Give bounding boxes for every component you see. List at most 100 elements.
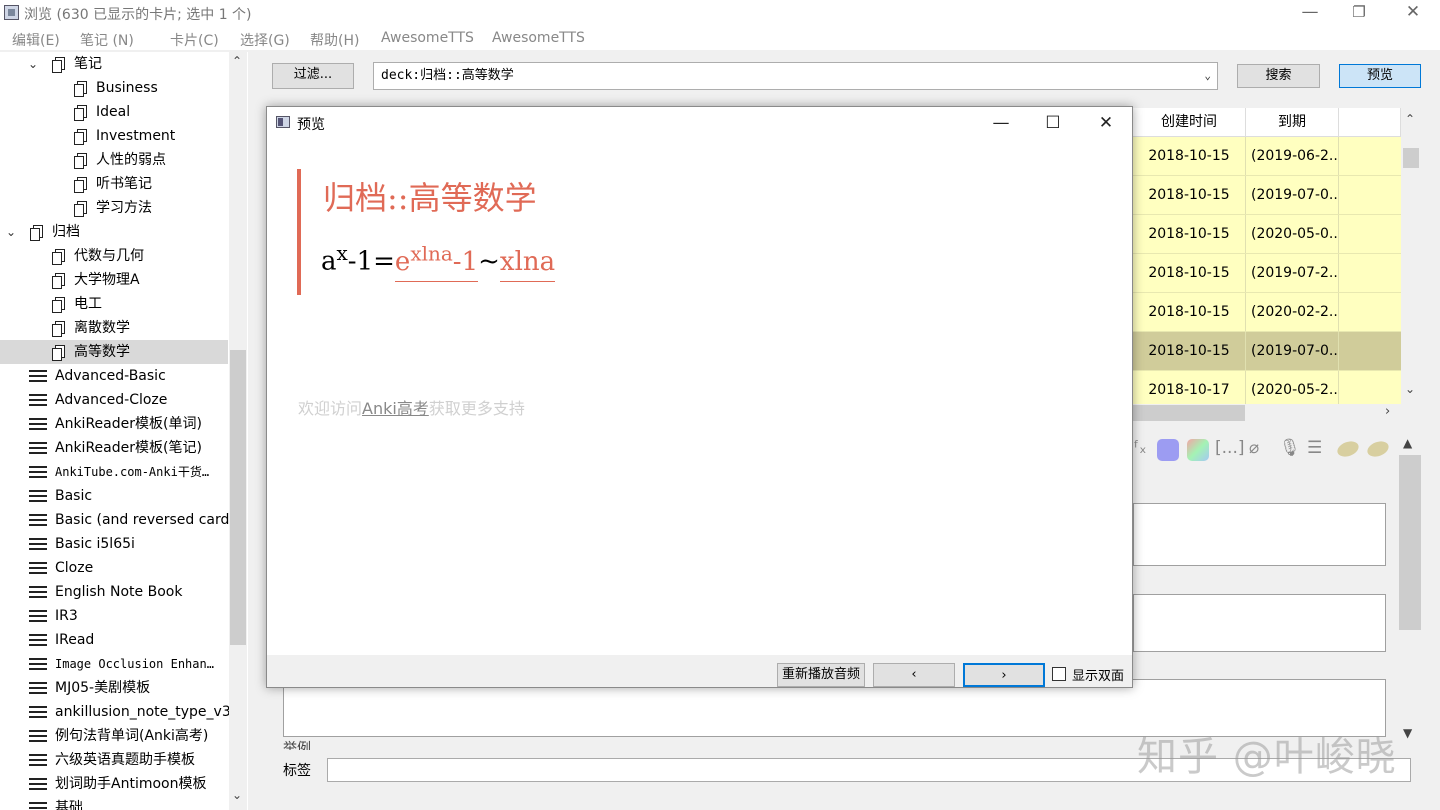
menu-awesometts-2[interactable]: AwesomeTTS — [492, 30, 585, 46]
record-audio-icon[interactable]: 🎙 — [1279, 438, 1301, 458]
sidebar-item[interactable]: MJ05-美剧模板 — [0, 676, 228, 700]
column-header-blank[interactable] — [1339, 108, 1401, 137]
next-card-button[interactable]: › — [963, 663, 1045, 687]
table-hscroll-thumb[interactable] — [1133, 405, 1245, 421]
chevron-down-icon[interactable]: ⌄ — [26, 52, 40, 76]
sidebar-item[interactable]: Investment — [0, 124, 228, 148]
scroll-up-icon[interactable]: ⌃ — [1405, 112, 1415, 126]
sidebar-item[interactable]: Basic i5l65i — [0, 532, 228, 556]
field-box-2[interactable] — [1133, 594, 1386, 652]
sidebar-item[interactable]: IRead — [0, 628, 228, 652]
sidebar-item[interactable]: AnkiTube.com-Anki干货… — [0, 460, 228, 484]
speaker-2-icon[interactable] — [1365, 438, 1391, 460]
table-row[interactable]: 2018-10-17 (2020-05-2... — [1133, 371, 1401, 404]
sidebar-item[interactable]: 大学物理A — [0, 268, 228, 292]
sidebar-item[interactable]: Image Occlusion Enhan… — [0, 652, 228, 676]
sidebar-item[interactable]: 划词助手Antimoon模板 — [0, 772, 228, 796]
sidebar-item[interactable]: Advanced-Cloze — [0, 388, 228, 412]
sidebar-item[interactable]: 代数与几何 — [0, 244, 228, 268]
cloze-icon[interactable]: [...] — [1215, 438, 1244, 458]
sidebar-item[interactable]: 离散数学 — [0, 316, 228, 340]
sidebar-item[interactable]: English Note Book — [0, 580, 228, 604]
sidebar-item[interactable]: 高等数学 — [0, 340, 228, 364]
replay-audio-button[interactable]: 重新播放音频 — [777, 663, 865, 687]
formula-e-exponent: xlna — [410, 241, 453, 265]
dialog-maximize-button[interactable]: ☐ — [1033, 111, 1073, 135]
menu-awesometts-1[interactable]: AwesomeTTS — [381, 30, 474, 46]
speaker-icon[interactable] — [1335, 438, 1361, 460]
clear-format-icon[interactable]: ᶠₓ — [1134, 438, 1147, 458]
sidebar-item[interactable]: Business — [0, 76, 228, 100]
scroll-down-icon[interactable]: ⌄ — [1405, 382, 1415, 396]
cell-due: (2020-05-0... — [1246, 215, 1339, 253]
dialog-app-icon — [276, 116, 290, 128]
preview-button[interactable]: 预览 — [1339, 64, 1421, 88]
search-input[interactable]: deck:归档::高等数学 ⌄ — [373, 62, 1218, 90]
menu-notes[interactable]: 笔记 (N) — [80, 30, 134, 50]
chevron-down-icon[interactable]: ⌄ — [1204, 63, 1211, 89]
sidebar-item[interactable]: 六级英语真题助手模板 — [0, 748, 228, 772]
sidebar-item[interactable]: Basic — [0, 484, 228, 508]
table-row[interactable]: 2018-10-15 (2019-07-0... — [1133, 332, 1401, 371]
table-row[interactable]: 2018-10-15 (2019-07-2... — [1133, 254, 1401, 293]
formula-base: a — [321, 246, 337, 277]
cell-due: (2019-06-2... — [1246, 137, 1339, 175]
text-color-icon[interactable] — [1157, 439, 1179, 461]
sidebar-item-label: 代数与几何 — [74, 248, 144, 264]
menu-cards[interactable]: 卡片(C) — [170, 30, 219, 50]
sidebar-item[interactable]: 基础 — [0, 796, 228, 810]
sidebar-scroll-thumb[interactable] — [230, 350, 246, 645]
sidebar-item[interactable]: ankillusion_note_type_v3 — [0, 700, 231, 724]
sidebar-item[interactable]: 例句法背单词(Anki高考) — [0, 724, 228, 748]
highlight-icon[interactable] — [1187, 439, 1209, 461]
sidebar-item[interactable]: Advanced-Basic — [0, 364, 228, 388]
menu-edit[interactable]: 编辑(E) — [12, 30, 60, 50]
tags-label: 标签 — [283, 763, 311, 779]
menu-select[interactable]: 选择(G) — [240, 30, 290, 50]
sidebar-item[interactable]: Ideal — [0, 100, 228, 124]
table-row[interactable]: 2018-10-15 (2020-02-2... — [1133, 293, 1401, 332]
restore-button[interactable]: ❐ — [1336, 0, 1382, 26]
scroll-down-icon[interactable]: ⌄ — [232, 788, 242, 802]
scroll-up-icon[interactable]: ⌃ — [232, 54, 242, 68]
column-header-due[interactable]: 到期 — [1246, 108, 1339, 137]
table-row[interactable]: 2018-10-15 (2019-07-0... — [1133, 176, 1401, 215]
sidebar-item[interactable]: AnkiReader模板(笔记) — [0, 436, 228, 460]
table-vscroll-thumb[interactable] — [1403, 148, 1419, 168]
sidebar-item-label: Investment — [96, 128, 176, 144]
sidebar-item[interactable]: 人性的弱点 — [0, 148, 228, 172]
sidebar-item[interactable]: 学习方法 — [0, 196, 228, 220]
sidebar-item-label: AnkiTube.com-Anki干货… — [55, 465, 210, 479]
footer-link[interactable]: Anki高考 — [362, 399, 429, 418]
editor-scroll-thumb[interactable] — [1399, 455, 1421, 630]
sidebar-item-label: 大学物理A — [74, 272, 140, 288]
sidebar-item[interactable]: AnkiReader模板(单词) — [0, 412, 228, 436]
scroll-right-icon[interactable]: › — [1385, 404, 1390, 419]
sidebar-item[interactable]: 电工 — [0, 292, 228, 316]
filter-button[interactable]: 过滤... — [272, 63, 354, 89]
menu-help[interactable]: 帮助(H) — [310, 30, 359, 50]
dialog-close-button[interactable]: ✕ — [1086, 111, 1126, 135]
sidebar-item[interactable]: IR3 — [0, 604, 228, 628]
chevron-down-icon[interactable]: ⌄ — [4, 220, 18, 244]
scroll-up-icon[interactable]: ▲ — [1403, 436, 1412, 450]
close-button[interactable]: ✕ — [1390, 0, 1436, 26]
table-row[interactable]: 2018-10-15 (2019-06-2... — [1133, 137, 1401, 176]
cell-due: (2019-07-0... — [1246, 176, 1339, 214]
sidebar-item[interactable]: ⌄ 归档 — [0, 220, 228, 244]
table-row[interactable]: 2018-10-15 (2020-05-0... — [1133, 215, 1401, 254]
sidebar-item[interactable]: 听书笔记 — [0, 172, 228, 196]
sidebar-item[interactable]: ⌄ 笔记 — [0, 52, 228, 76]
minimize-button[interactable]: — — [1287, 0, 1333, 26]
previous-card-button[interactable]: ‹ — [873, 663, 955, 687]
sidebar-item[interactable]: Basic (and reversed card) — [0, 508, 235, 532]
show-both-sides-checkbox[interactable] — [1052, 667, 1066, 681]
attach-icon[interactable]: ⌀ — [1249, 438, 1259, 458]
field-box-1[interactable] — [1133, 503, 1386, 566]
dialog-minimize-button[interactable]: — — [981, 111, 1021, 135]
scroll-down-icon[interactable]: ▼ — [1403, 726, 1412, 740]
search-button[interactable]: 搜索 — [1237, 64, 1320, 88]
formula-rhs: xlna — [499, 246, 556, 282]
sidebar-item[interactable]: Cloze — [0, 556, 228, 580]
menu-lines-icon[interactable]: ☰ — [1307, 438, 1322, 458]
